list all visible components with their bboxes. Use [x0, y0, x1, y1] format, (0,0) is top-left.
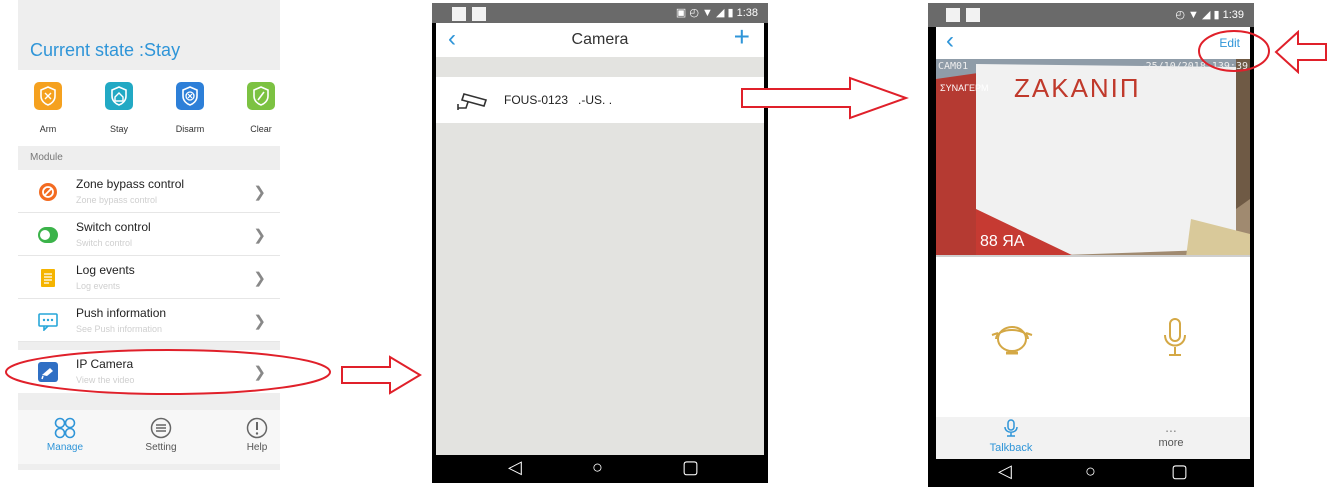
chevron-right-icon: ❯ [253, 270, 266, 287]
tab-label: Help [246, 442, 268, 453]
status-time: ◴ ▼ ◢ ▮ 1:39 [1175, 8, 1244, 21]
clear-button[interactable]: Clear [236, 82, 286, 134]
tab-setting[interactable]: Setting [131, 416, 191, 453]
arm-label: Arm [39, 124, 57, 134]
ban-icon [38, 182, 58, 202]
list-item-switch-control[interactable]: Switch control Switch control ❯ [18, 213, 280, 256]
bottom-action-bar: Talkback ... more [936, 417, 1250, 459]
item-title: Push information [76, 306, 167, 320]
nav-home-icon[interactable]: ○ [592, 457, 603, 478]
item-title: Zone bypass control [76, 177, 185, 191]
camera-view-screen: ◴ ▼ ◢ ▮ 1:39 ‹ Edit CAM01 25/10/2018 139… [928, 3, 1254, 487]
module-list: Zone bypass control Zone bypass control … [18, 170, 280, 342]
toggle-icon [38, 225, 58, 245]
camera-suffix: .-US. . [578, 93, 613, 107]
menu-icon [131, 416, 191, 440]
page-title: Camera [571, 31, 629, 48]
mode-bar: Arm Stay Disarm Clear [18, 70, 280, 146]
tab-help[interactable]: Help [227, 416, 287, 453]
state-header: Current state :Stay [18, 0, 280, 70]
talkback-button[interactable]: Talkback [976, 419, 1046, 454]
system-nav-bar: ◁ ○ ▢ [432, 455, 768, 483]
add-icon[interactable]: + [734, 21, 750, 53]
arm-button[interactable]: Arm [23, 82, 73, 134]
stay-button[interactable]: Stay [94, 82, 144, 134]
arm-icon [34, 82, 62, 110]
stay-icon [105, 82, 133, 110]
item-subtitle: Switch control [76, 238, 133, 248]
disarm-label: Disarm [175, 124, 205, 134]
status-bar: ▣ ◴ ▼ ◢ ▮ 1:38 [432, 3, 768, 23]
status-bar: ◴ ▼ ◢ ▮ 1:39 [928, 3, 1254, 27]
notification-icon [946, 8, 960, 22]
tab-manage[interactable]: Manage [35, 416, 95, 453]
tab-label: Setting [145, 442, 177, 453]
nav-back-icon[interactable]: ◁ [508, 457, 522, 478]
camera-name: FOUS-0123 .-US. . [504, 93, 612, 107]
disarm-icon [176, 82, 204, 110]
nav-bar: ‹ Camera + [436, 21, 764, 57]
camera-id: FOUS-0123 [504, 93, 569, 107]
notification-icon [452, 7, 466, 21]
list-item-log-events[interactable]: Log events Log events ❯ [18, 256, 280, 299]
notification-icon [472, 7, 486, 21]
back-icon[interactable]: ‹ [946, 27, 954, 55]
headset-icon[interactable] [988, 319, 1036, 359]
list-item-camera[interactable]: FOUS-0123 .-US. . [436, 77, 764, 123]
item-title: Log events [76, 263, 135, 277]
item-subtitle: Zone bypass control [76, 195, 158, 205]
chevron-right-icon: ❯ [253, 184, 266, 201]
module-header: Module [30, 152, 63, 163]
more-button[interactable]: ... more [1136, 419, 1206, 449]
item-subtitle: See Push information [76, 324, 163, 334]
nav-back-icon[interactable]: ◁ [998, 461, 1012, 482]
disarm-button[interactable]: Disarm [165, 82, 215, 134]
clock: 1:38 [736, 7, 758, 19]
highlight-ellipse [1198, 30, 1270, 72]
chevron-right-icon: ❯ [253, 227, 266, 244]
talkback-label: Talkback [989, 442, 1033, 454]
chevron-right-icon: ❯ [253, 313, 266, 330]
box-print-main: ZAKANIП [1014, 73, 1141, 103]
nav-recents-icon[interactable]: ▢ [1171, 461, 1188, 482]
nav-recents-icon[interactable]: ▢ [682, 457, 699, 478]
stay-label: Stay [109, 124, 128, 134]
notification-icon [966, 8, 980, 22]
status-time: ▣ ◴ ▼ ◢ ▮ 1:38 [676, 6, 758, 19]
bottom-tab-bar: Manage Setting Help [18, 410, 280, 464]
arrow-right-icon [341, 355, 422, 395]
nav-home-icon[interactable]: ○ [1085, 461, 1096, 482]
box-print-secondary: ΣΥΝΑΓΕΡΜ [940, 83, 989, 93]
clear-label: Clear [250, 124, 272, 134]
more-label: more [1158, 437, 1184, 449]
overlay-camera-id: CAM01 [938, 61, 969, 72]
camera-list-screen: ▣ ◴ ▼ ◢ ▮ 1:38 ‹ Camera + FOUS-0123 .-US… [432, 3, 768, 483]
clear-icon [247, 82, 275, 110]
grid-icon [35, 416, 95, 440]
highlight-ellipse [5, 349, 331, 395]
status-icons: ◴ ▼ ◢ ▮ [1175, 9, 1223, 21]
camera-list: FOUS-0123 .-US. . [436, 57, 764, 455]
list-item-zone-bypass[interactable]: Zone bypass control Zone bypass control … [18, 170, 280, 213]
video-feed[interactable]: CAM01 25/10/2018 139:39 ZAKANIП ΣΥΝΑΓΕΡΜ… [936, 59, 1250, 257]
log-icon [38, 268, 58, 288]
current-state-title: Current state :Stay [30, 40, 181, 60]
clock: 1:39 [1222, 9, 1244, 21]
more-icon: ... [1165, 419, 1177, 435]
microphone-icon[interactable] [1162, 317, 1188, 357]
arrow-right-icon [741, 76, 909, 120]
status-icons: ▣ ◴ ▼ ◢ ▮ [675, 7, 737, 19]
list-item-push-information[interactable]: Push information See Push information ❯ [18, 299, 280, 342]
control-panel [936, 257, 1250, 417]
info-icon [227, 416, 287, 440]
arrow-left-icon [1274, 30, 1327, 74]
cctv-icon [457, 93, 488, 110]
box-print-model: 88 ЯА [980, 233, 1025, 250]
item-subtitle: Log events [76, 281, 121, 291]
item-title: Switch control [76, 220, 151, 234]
chat-icon [38, 311, 58, 332]
microphone-icon [1004, 419, 1018, 437]
system-nav-bar: ◁ ○ ▢ [928, 459, 1254, 487]
tab-label: Manage [46, 442, 84, 453]
